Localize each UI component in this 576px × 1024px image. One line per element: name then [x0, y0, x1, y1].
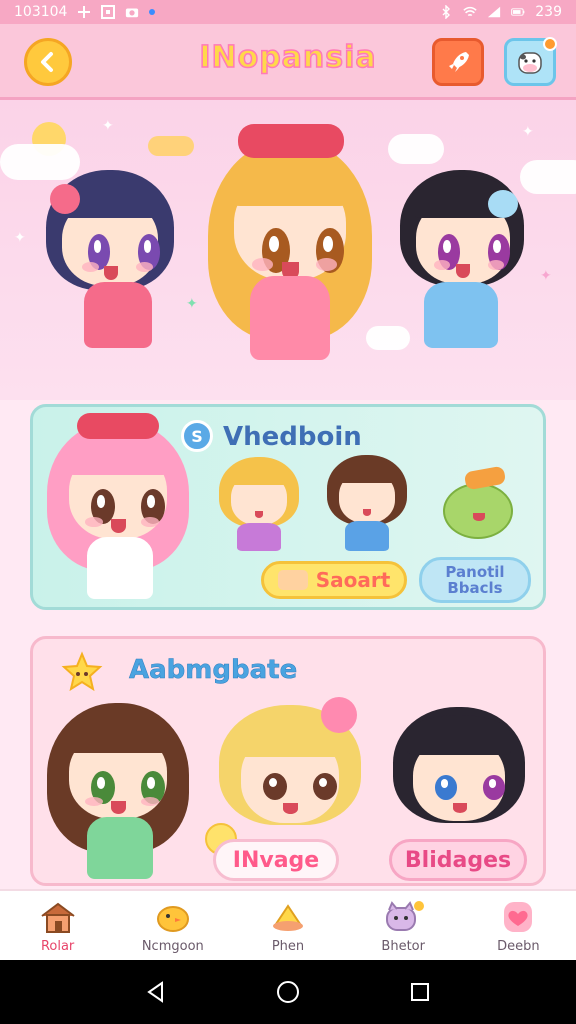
battery-icon: [511, 5, 525, 19]
sparkle-icon: ✦: [102, 118, 114, 134]
circle-home-icon: [277, 981, 299, 1003]
sparkle-icon: ✦: [14, 230, 26, 246]
screen-record-icon: [101, 5, 116, 19]
chick-icon: [151, 899, 195, 935]
character-brown-hair-girl[interactable]: [43, 697, 193, 883]
character-black-hair-girl[interactable]: [396, 170, 532, 370]
character-small-brown[interactable]: [325, 455, 409, 553]
square-recents-icon: [411, 983, 429, 1001]
heart-icon: [496, 899, 540, 935]
nav-label: Phen: [271, 939, 305, 954]
nav-item-home[interactable]: Rolar: [0, 891, 115, 960]
app-header: INopansia: [0, 24, 576, 100]
cow-avatar-icon: [518, 52, 542, 74]
beads-line-2: Bbacls: [447, 579, 503, 597]
beads-pill-button[interactable]: Panotil Bbacls: [419, 557, 531, 603]
character-blonde-boy[interactable]: [215, 697, 365, 847]
nav-label: Bhetor: [381, 939, 425, 954]
image-pill-button[interactable]: INvage: [213, 839, 339, 881]
status-time: 103104: [14, 4, 68, 20]
sparkle-icon: ✦: [186, 296, 198, 312]
wifi-icon: [463, 5, 477, 19]
card-title: Vhedboin: [223, 422, 362, 452]
nav-label: Rolar: [40, 939, 75, 954]
green-creature-mascot[interactable]: [439, 465, 517, 543]
nav-item-deebn[interactable]: Deebn: [461, 891, 576, 960]
profile-button[interactable]: [504, 37, 557, 86]
turtle-icon: [266, 899, 310, 935]
cat-icon: [381, 899, 425, 935]
signal-icon: [487, 5, 501, 19]
feature-card-aabmgbate[interactable]: Aabmgbate INvage Blidages: [30, 636, 546, 886]
system-navigation-bar: [0, 960, 576, 1024]
beads-line-1: Panotil: [445, 563, 505, 581]
feature-card-vhedboin[interactable]: S Vhedboin Saoart Panotil Bbacls: [30, 404, 546, 610]
nav-item-bhetor[interactable]: Bhetor: [346, 891, 461, 960]
plus-icon: [77, 5, 91, 19]
nav-label: Deebn: [497, 939, 540, 954]
system-home-button[interactable]: [274, 978, 302, 1006]
status-bar: 103104 239: [0, 0, 576, 24]
character-blonde-girl[interactable]: [204, 124, 376, 376]
sparkle-icon: ✦: [522, 124, 534, 140]
sparkle-icon: ✦: [540, 268, 552, 284]
nav-item-phen[interactable]: Phen: [230, 891, 345, 960]
rocket-icon: [449, 52, 469, 72]
badges-pill-button[interactable]: Blidages: [389, 839, 527, 881]
character-dark-hair-boy[interactable]: [389, 707, 529, 845]
bottom-navigation: Rolar Ncmgoon Phen Bhetor Deebn: [0, 889, 576, 960]
bluetooth-icon: [439, 5, 453, 19]
notification-badge: [543, 37, 557, 51]
character-dark-hair-girl[interactable]: [40, 170, 180, 370]
back-button[interactable]: [24, 38, 72, 86]
character-pink-hair-girl[interactable]: [43, 413, 193, 609]
camera-icon: [125, 5, 139, 19]
card-title: Aabmgbate: [129, 655, 298, 686]
system-recents-button[interactable]: [406, 978, 434, 1006]
house-icon: [36, 899, 80, 935]
character-small-blonde[interactable]: [217, 457, 301, 553]
system-back-button[interactable]: [142, 978, 170, 1006]
nav-label: Ncmgoon: [141, 939, 204, 954]
rocket-button[interactable]: [432, 38, 484, 86]
hero-banner: ✦ ✦ ✦ ✦ ✦: [0, 100, 576, 400]
cloud-decoration: [148, 136, 194, 156]
star-face-icon: [61, 651, 103, 692]
photo-icon: [277, 570, 308, 590]
back-arrow-icon: [41, 52, 53, 72]
nav-item-ncmgoon[interactable]: Ncmgoon: [115, 891, 230, 960]
triangle-back-icon: [147, 981, 163, 1003]
notification-dot: [149, 9, 156, 15]
search-pill-label: Saoart: [315, 568, 391, 592]
cloud-decoration: [388, 134, 444, 164]
battery-level: 239: [535, 4, 562, 20]
app-title: INopansia: [199, 39, 377, 76]
search-pill-button[interactable]: Saoart: [261, 561, 407, 599]
